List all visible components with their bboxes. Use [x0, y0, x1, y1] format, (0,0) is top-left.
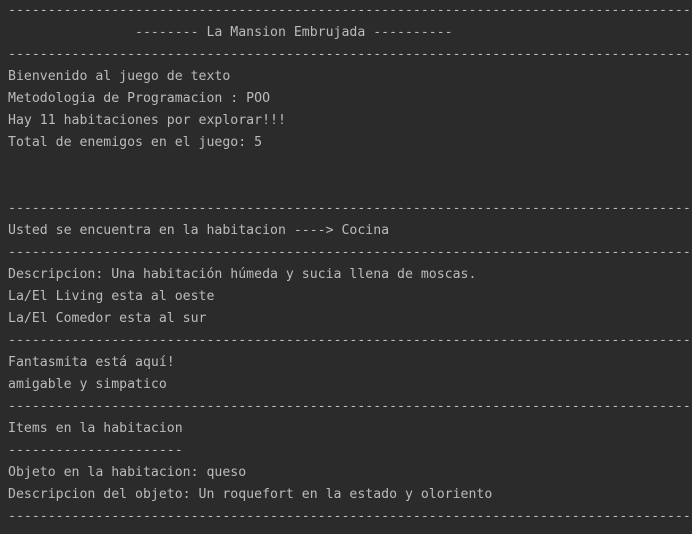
- welcome-line: Bienvenido al juego de texto: [8, 69, 231, 84]
- methodology-line: Metodologia de Programacion : POO: [8, 91, 271, 106]
- enemies-count-line: Total de enemigos en el juego: 5: [8, 135, 263, 150]
- item-description-line: Descripcion del objeto: Un roquefort en …: [8, 487, 493, 502]
- enemy-description-line: amigable y simpatico: [8, 377, 167, 392]
- item-name-line: Objeto en la habitacion: queso: [8, 465, 247, 480]
- separator-line: ----------------------------------------…: [8, 47, 692, 62]
- items-underline: ----------------------: [8, 443, 183, 458]
- console-output[interactable]: ----------------------------------------…: [0, 0, 692, 534]
- items-header: Items en la habitacion: [8, 421, 183, 436]
- separator-line: ----------------------------------------…: [8, 245, 692, 260]
- separator-line: ----------------------------------------…: [8, 509, 692, 524]
- separator-line: ----------------------------------------…: [8, 3, 692, 18]
- separator-line: ----------------------------------------…: [8, 399, 692, 414]
- separator-line: ----------------------------------------…: [8, 333, 692, 348]
- enemy-present-line: Fantasmita está aquí!: [8, 355, 175, 370]
- rooms-count-line: Hay 11 habitaciones por explorar!!!: [8, 113, 286, 128]
- exit-west-line: La/El Living esta al oeste: [8, 289, 215, 304]
- room-description-line: Descripcion: Una habitación húmeda y suc…: [8, 267, 477, 282]
- game-title: -------- La Mansion Embrujada ----------: [8, 25, 453, 40]
- separator-line: ----------------------------------------…: [8, 201, 692, 216]
- current-location-line: Usted se encuentra en la habitacion ----…: [8, 223, 390, 238]
- exit-south-line: La/El Comedor esta al sur: [8, 311, 207, 326]
